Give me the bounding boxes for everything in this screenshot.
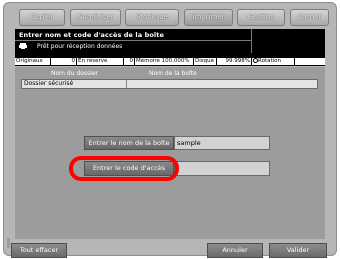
panel-edge (7, 238, 10, 248)
cancel-button[interactable]: Annuler (207, 243, 263, 258)
ok-button[interactable]: Valider (269, 243, 327, 258)
tab-scan[interactable]: Numériser (70, 9, 121, 26)
reserved-count: 0 (124, 58, 134, 65)
table-header: Nom du dossier Nom de la boîte (21, 70, 317, 78)
reserved-label: En réserve (77, 58, 123, 65)
disk-value: 99.998% (217, 58, 251, 65)
box-table: Nom du dossier Nom de la boîte Dossier s… (15, 67, 325, 239)
originals-count: 0 (51, 58, 76, 65)
highlight-ring (69, 156, 179, 181)
enter-box-name-button[interactable]: Entrer le nom de la boîte (84, 136, 174, 150)
rotation-label: Rotation (258, 58, 282, 64)
column-header-box: Nom de la boîte (149, 70, 197, 77)
table-row[interactable]: Dossier sécurisé (21, 79, 318, 89)
rotation-indicator: Rotation (252, 58, 294, 65)
divider (15, 40, 251, 41)
clear-all-button[interactable]: Tout effacer (11, 243, 67, 258)
box-name-field[interactable]: sample (174, 136, 270, 150)
column-divider (126, 80, 127, 88)
status-message: Prêt pour réception données (37, 43, 123, 50)
divider (251, 29, 252, 53)
printer-icon (19, 43, 27, 49)
column-header-folder: Nom du dossier (51, 70, 98, 77)
access-code-field[interactable] (174, 161, 270, 176)
tab-manage[interactable]: Gestion (237, 9, 285, 26)
tab-copy[interactable]: Copier (19, 9, 65, 26)
status-bar: Originaux 0 En réserve 0 Mémoire 100.000… (15, 57, 325, 66)
folder-name-cell: Dossier sécurisé (24, 80, 74, 87)
status-cell-empty (295, 58, 325, 65)
tab-print[interactable]: Imprimer (184, 9, 233, 26)
tab-address-book[interactable]: Carnet (290, 9, 329, 26)
page-title: Entrer nom et code d'accès de la boîte (19, 31, 164, 39)
memory-indicator: Mémoire 100.000% (135, 58, 193, 65)
disk-label: Disque (194, 58, 216, 65)
tab-store[interactable]: Stockage (125, 9, 179, 26)
originals-label: Originaux (15, 58, 50, 65)
